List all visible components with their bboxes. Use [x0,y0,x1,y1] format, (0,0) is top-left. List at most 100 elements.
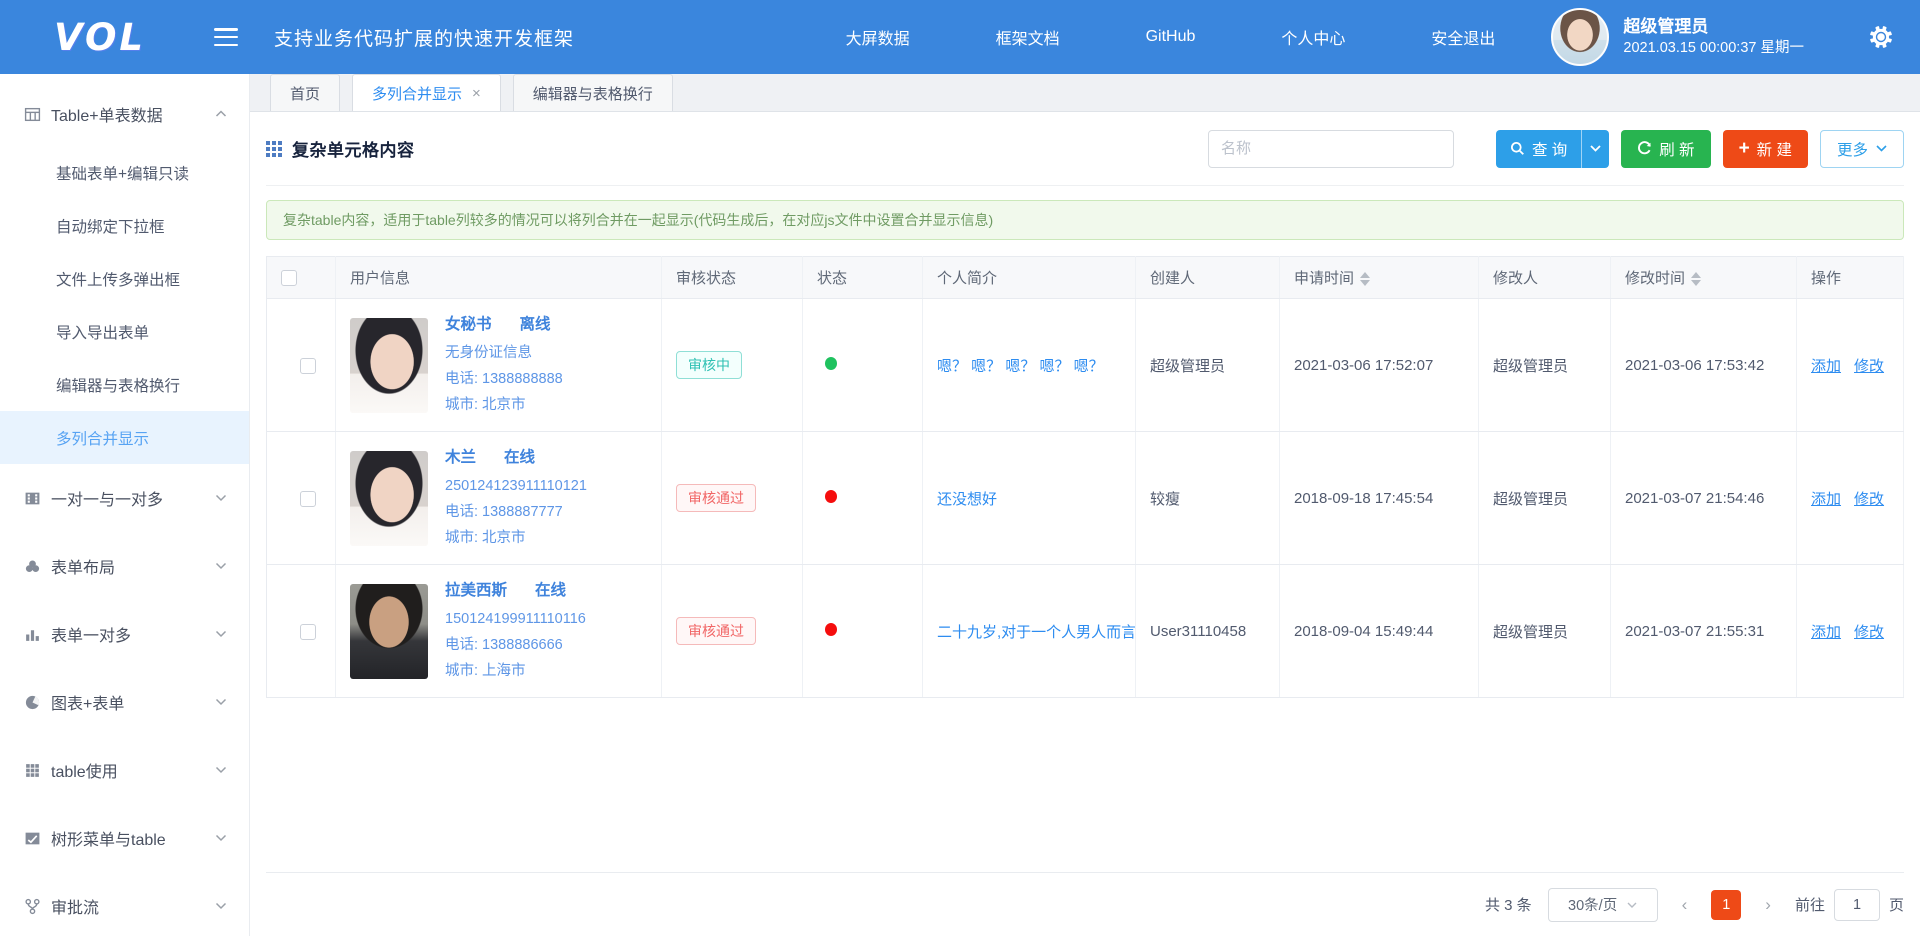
create-button[interactable]: + 新 建 [1723,130,1808,168]
edit-link[interactable]: 修改 [1854,358,1884,375]
page-title: 复杂单元格内容 [292,136,415,161]
chevron-up-icon [215,108,227,120]
table-row-0: 女秘书离线无身份证信息电话: 1388888888城市: 北京市审核中嗯？ 嗯？… [267,299,1904,432]
goto-page-input[interactable] [1834,889,1880,921]
modify-time-cell: 2021-03-07 21:54:46 [1611,432,1797,565]
sidebar-item-0-4[interactable]: 编辑器与表格换行 [0,358,249,411]
sort-caret-icon[interactable] [1691,272,1701,286]
sort-caret-icon[interactable] [1360,272,1370,286]
intro-link[interactable]: 嗯？ 嗯？ 嗯？ 嗯？ 嗯？ [937,355,1135,376]
edit-link[interactable]: 修改 [1854,491,1884,508]
pie-chart-icon [24,694,41,711]
search-input[interactable] [1208,130,1454,168]
column-header-7[interactable]: 修改时间 [1611,257,1797,299]
column-header-label: 状态 [817,270,847,287]
user-photo [350,318,428,413]
sidebar-item-0-1[interactable]: 自动绑定下拉框 [0,199,249,252]
user-id-info: 无身份证信息 [445,340,563,366]
sidebar-group-5[interactable]: table使用 [0,736,249,804]
page-size-select[interactable]: 30条/页 [1548,888,1658,922]
plus-icon: + [1739,139,1750,158]
chevron-down-icon [215,764,227,776]
tab-1[interactable]: 多列合并显示× [352,74,501,111]
sidebar-group-7[interactable]: 审批流 [0,872,249,936]
bar-chart-icon [24,626,41,643]
sidebar-group-6[interactable]: 树形菜单与table [0,804,249,872]
sidebar-group-label: 树形菜单与table [51,826,215,850]
row-checkbox[interactable] [300,624,316,640]
header-nav-item-0[interactable]: 大屏数据 [846,25,910,49]
refresh-button[interactable]: 刷 新 [1621,130,1710,168]
select-all-checkbox[interactable] [281,270,297,286]
modifier-cell: 超级管理员 [1479,565,1611,698]
sidebar-group-3[interactable]: 表单一对多 [0,600,249,668]
pagination-bar: 共 3 条 30条/页 ‹ 1 › 前往 页 [266,872,1904,936]
sidebar-item-0-5[interactable]: 多列合并显示 [0,411,249,464]
header-nav-item-2[interactable]: GitHub [1146,28,1196,46]
sidebar-group-4[interactable]: 图表+表单 [0,668,249,736]
page-size-value: 30条/页 [1568,894,1617,915]
tab-2[interactable]: 编辑器与表格换行 [513,74,673,111]
status-dot [825,623,837,636]
column-header-label: 修改人 [1493,270,1538,287]
sidebar-group-label: 一对一与一对多 [51,486,215,510]
next-page-arrow[interactable]: › [1757,895,1779,915]
sidebar-group-0[interactable]: Table+单表数据 [0,82,249,146]
query-button[interactable]: 查 询 [1496,130,1609,168]
sidebar-group-label: 表单一对多 [51,622,215,646]
user-photo [350,584,428,679]
header-nav-item-3[interactable]: 个人中心 [1281,25,1345,49]
intro-link[interactable]: 二十九岁,对于一个人男人而言 [937,621,1135,642]
data-table: 用户信息审核状态状态个人简介创建人申请时间修改人修改时间操作 女秘书离线无身份证… [266,256,1904,698]
sidebar-item-0-3[interactable]: 导入导出表单 [0,305,249,358]
modify-time-cell: 2021-03-07 21:55:31 [1611,565,1797,698]
user-avatar[interactable] [1551,8,1609,66]
column-header-1: 审核状态 [662,257,803,299]
menu-toggle-icon[interactable] [214,28,238,46]
top-header: VOL 支持业务代码扩展的快速开发框架 大屏数据框架文档GitHub个人中心安全… [0,0,1920,74]
create-button-label: 新 建 [1757,138,1792,160]
table-row-1: 木兰在线250124123911110121电话: 1388887777城市: … [267,432,1904,565]
sidebar-group-label: 表单布局 [51,554,215,578]
column-header-5[interactable]: 申请时间 [1280,257,1479,299]
tab-0[interactable]: 首页 [270,74,340,111]
status-dot [825,490,837,503]
sidebar-item-0-2[interactable]: 文件上传多弹出框 [0,252,249,305]
user-name-link[interactable]: 拉美西斯 [445,582,507,599]
add-link[interactable]: 添加 [1811,624,1841,641]
tab-close-icon[interactable]: × [472,85,481,102]
intro-link[interactable]: 还没想好 [937,488,1135,509]
card-header: 复杂单元格内容 查 询 [266,112,1904,186]
column-header-2: 状态 [803,257,923,299]
chevron-down-icon [215,560,227,572]
sidebar-group-1[interactable]: 一对一与一对多 [0,464,249,532]
edit-link[interactable]: 修改 [1854,624,1884,641]
add-link[interactable]: 添加 [1811,491,1841,508]
user-info-cell: 女秘书离线无身份证信息电话: 1388888888城市: 北京市 [350,312,661,418]
search-icon [1510,141,1525,156]
modifier-cell: 超级管理员 [1479,432,1611,565]
tab-label: 首页 [290,83,320,104]
header-nav-item-4[interactable]: 安全退出 [1431,25,1495,49]
query-dropdown-caret[interactable] [1581,130,1609,168]
row-checkbox[interactable] [300,358,316,374]
column-header-label: 操作 [1811,270,1841,287]
row-checkbox[interactable] [300,491,316,507]
prev-page-arrow[interactable]: ‹ [1674,895,1696,915]
column-header-8: 操作 [1797,257,1904,299]
user-id-info: 150124199911110116 [445,606,586,632]
header-nav-item-1[interactable]: 框架文档 [996,25,1060,49]
sidebar-item-0-0[interactable]: 基础表单+编辑只读 [0,146,249,199]
add-link[interactable]: 添加 [1811,358,1841,375]
tab-bar: 首页 多列合并显示× 编辑器与表格换行 [250,74,1920,112]
user-name-link[interactable]: 女秘书 [445,316,492,333]
sidebar-group-2[interactable]: 表单布局 [0,532,249,600]
settings-gear-icon[interactable] [1868,24,1894,50]
chevron-down-icon [215,492,227,504]
more-button[interactable]: 更多 [1820,130,1904,168]
user-city: 城市: 北京市 [445,392,563,418]
column-header-6: 修改人 [1479,257,1611,299]
user-name-link[interactable]: 木兰 [445,449,476,466]
current-page-button[interactable]: 1 [1711,890,1741,920]
table-header-row: 用户信息审核状态状态个人简介创建人申请时间修改人修改时间操作 [267,257,1904,299]
